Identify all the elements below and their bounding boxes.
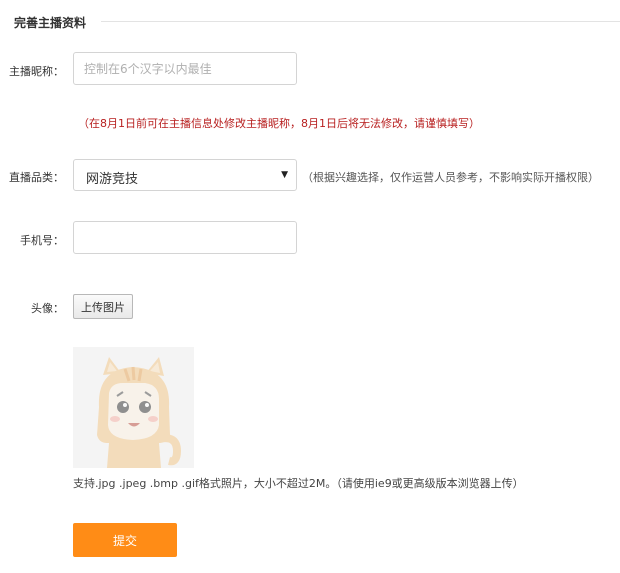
category-note: （根据兴趣选择，仅作运营人员参考，不影响实际开播权限）: [302, 171, 599, 184]
avatar-format-note: 支持.jpg .jpeg .bmp .gif格式照片，大小不超过2M。（请使用i…: [73, 477, 524, 490]
avatar-preview-image: [73, 347, 194, 468]
submit-button[interactable]: 提交: [73, 523, 177, 557]
category-label: 直播品类：: [9, 171, 64, 184]
dropdown-arrow-icon: ▼: [281, 170, 288, 180]
default-avatar-icon: [97, 357, 182, 468]
section-title: 完善主播资料: [14, 16, 87, 30]
phone-label: 手机号：: [20, 234, 64, 247]
category-selected-value: 网游竞技: [86, 172, 139, 187]
upload-image-button[interactable]: 上传图片: [73, 294, 133, 319]
category-select[interactable]: 网游竞技 ▼: [73, 159, 297, 191]
phone-input[interactable]: [73, 221, 297, 254]
section-header: 完善主播资料: [0, 10, 620, 34]
nickname-label: 主播昵称：: [9, 65, 64, 78]
section-divider: [101, 21, 620, 22]
avatar-label: 头像：: [31, 302, 64, 315]
nickname-warning-note: （在8月1日前可在主播信息处修改主播昵称，8月1日后将无法修改，请谨慎填写）: [78, 117, 480, 130]
nickname-input[interactable]: [73, 52, 297, 85]
